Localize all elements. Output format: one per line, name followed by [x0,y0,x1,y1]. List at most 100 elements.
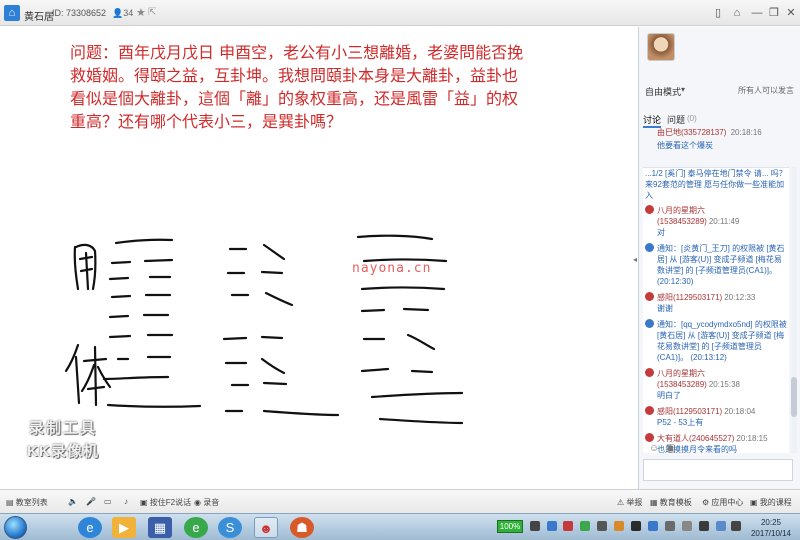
message-body: 明白了 [657,391,681,400]
ink-stroke [224,357,286,375]
volume-tray-icon[interactable] [731,521,741,531]
phone-icon[interactable]: ▯ [711,6,725,20]
network-icon[interactable] [716,521,726,531]
pinned-time: 20:18:16 [730,128,762,137]
tab-discussion[interactable]: 讨论 [643,113,662,128]
minimize-icon[interactable]: — [750,6,764,20]
ie-icon[interactable]: e [78,517,102,538]
message-time: 20:15:38 [708,380,740,389]
message-sender[interactable]: 感阳(1129503171) [657,293,722,302]
scrollbar-thumb[interactable] [791,377,797,417]
tray-icon[interactable] [547,521,557,531]
system-notice: 通知：[qq_ycodymdxo5nd] 的权限被 [黄石居] 从 [游客(U)… [657,320,787,362]
emoji-icon[interactable]: ☺ [649,443,659,454]
message-sender[interactable]: 感阳(1129503171) [657,407,722,416]
tray-icon[interactable] [530,521,540,531]
ink-stroke [230,291,294,307]
clock-date: 2017/10/14 [750,529,792,538]
chat-input[interactable] [643,459,793,481]
user-icon [645,406,654,415]
battery-indicator[interactable]: 100% [497,520,523,533]
mic-icon[interactable]: 🎤 [86,497,96,506]
room-name: 黄石居 [24,12,54,23]
share-icon[interactable]: ⇱ [148,7,156,18]
message-time: 20:12:33 [724,293,756,302]
classroom-list-button[interactable]: ▤ 教室列表 [6,497,48,508]
message-body: 谢谢 [657,304,673,313]
chat-message: 感阳(1129503171) 20:18:04 P52 - 53上有 [643,405,789,429]
tray-icon[interactable] [699,521,709,531]
app-center-button[interactable]: ⚙ 应用中心 [702,497,743,508]
chat-tools: ☺ ▣ [649,443,679,455]
clock-time: 20:25 [760,518,782,527]
tab-questions-count: (0) [687,114,697,123]
message-sender[interactable]: 八月的星期六(1538453289) [657,206,707,226]
clock[interactable]: 20:25 2017/10/14 [744,517,798,539]
ink-stroke [114,238,174,245]
edu-template-button[interactable]: ▦ 教育模板 [650,497,692,508]
chevron-down-icon[interactable]: ▾ [681,85,685,94]
user-count: 👤34 [112,8,134,18]
tray-icon[interactable] [665,521,675,531]
message-sender[interactable]: 八月的星期六(1538453289) [657,369,707,389]
robot-icon[interactable]: ☻ [254,517,278,538]
ink-stroke [86,385,106,391]
ink-stroke [226,270,284,275]
home-icon[interactable]: ⌂ [4,5,20,21]
user-icon [645,292,654,301]
game-icon[interactable]: ☗ [290,517,314,538]
pin-icon[interactable]: ⌂ [730,6,744,20]
volume-icon[interactable]: ♪ [124,497,128,506]
push-to-talk-label: 按住F2说话 [149,498,192,507]
recorder-logo: 录制工具 KK录像机 [18,417,108,461]
notice-icon [645,319,654,328]
collapse-arrow-icon[interactable]: ◂ [633,255,637,264]
edu-template-label: 教育模板 [659,498,692,507]
ink-stroke [228,243,286,261]
video-icon[interactable]: ▦ [148,517,172,538]
message-time: 20:11:49 [708,217,740,226]
speaker-icon[interactable]: 🔈 [68,497,78,506]
push-to-talk-button[interactable]: ▣ 按住F2说话 [140,497,191,508]
message-sender[interactable]: 大有道人(240645527) [657,434,734,443]
classroom-list-label: 教室列表 [15,498,48,507]
tab-questions[interactable]: 问题 [667,113,685,126]
restore-icon[interactable]: ❐ [767,6,781,20]
start-button[interactable] [4,516,27,539]
ink-stroke [356,234,434,241]
report-button[interactable]: ⚠ 举报 [617,497,642,508]
media-icon[interactable]: ▶ [112,517,136,538]
notice-icon [645,243,654,252]
close-icon[interactable]: ✕ [784,6,798,20]
mode-select[interactable]: 自由模式 [645,85,681,98]
image-icon[interactable]: ▣ [666,443,675,454]
my-courses-button[interactable]: ▣ 我的课程 [750,497,792,508]
ink-stroke [74,355,81,405]
ink-stroke [93,345,98,407]
record-mic-icon[interactable]: ▭ [104,497,112,506]
chat-scrollbar[interactable] [791,167,797,453]
pinned-text: 他要看这个爆炭 [657,141,713,150]
ink-stroke [360,367,434,374]
tray-icon[interactable] [682,521,692,531]
ink-stroke [230,381,288,387]
whiteboard[interactable]: 问题：酉年戊月戊日 申酉空，老公有小三想離婚，老婆問能否挽救婚姻。得頤之益，互卦… [0,27,637,489]
ink-stroke [370,391,464,399]
tray-icon[interactable] [631,521,641,531]
message-header: 八月的星期六(1538453289) 20:15:38 [657,368,787,390]
tray-icon[interactable] [580,521,590,531]
message-header: 八月的星期六(1538453289) 20:11:49 [657,205,787,227]
sogou-icon[interactable]: S [218,517,242,538]
avatar[interactable] [647,33,675,61]
browser-icon[interactable]: e [184,517,208,538]
chat-message: 八月的星期六(1538453289) 20:15:38 明白了 [643,367,789,402]
tray-icon[interactable] [614,521,624,531]
tray-icon[interactable] [597,521,607,531]
chat-list[interactable]: ...1/2 [奚门] 泰马停在地门禁令 请... 吗？来92套范的管理 愿与任… [643,167,789,453]
tray-icon[interactable] [563,521,573,531]
record-button[interactable]: ◉ 录音 [194,497,219,508]
ink-stroke [108,313,170,319]
watermark-text: nayona.cn [352,261,432,276]
tray-icon[interactable] [648,521,658,531]
star-icon[interactable]: ★ [136,6,146,19]
